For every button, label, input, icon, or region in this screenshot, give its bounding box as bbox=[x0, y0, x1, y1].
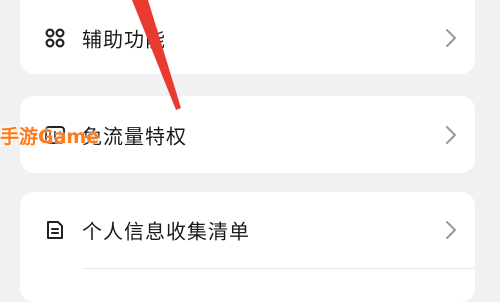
document-list-icon bbox=[44, 219, 66, 241]
settings-card-privacy: 个人信息收集清单 bbox=[20, 192, 475, 302]
chevron-right-icon bbox=[445, 220, 457, 240]
accessibility-label: 辅助功能 bbox=[82, 27, 166, 52]
command-grid-icon bbox=[44, 27, 66, 49]
traffic-gift-icon bbox=[44, 124, 66, 146]
free-traffic-row[interactable]: 免流量特权 bbox=[20, 110, 475, 160]
chevron-right-icon bbox=[445, 28, 457, 48]
row-divider bbox=[84, 268, 475, 269]
personal-info-list-row[interactable]: 个人信息收集清单 bbox=[20, 205, 475, 255]
personal-info-list-label: 个人信息收集清单 bbox=[82, 219, 250, 244]
settings-card-accessibility: 辅助功能 bbox=[20, 0, 475, 74]
free-traffic-label: 免流量特权 bbox=[82, 124, 187, 149]
chevron-right-icon bbox=[445, 125, 457, 145]
settings-card-traffic: 免流量特权 bbox=[20, 96, 475, 173]
accessibility-row[interactable]: 辅助功能 bbox=[20, 13, 475, 63]
